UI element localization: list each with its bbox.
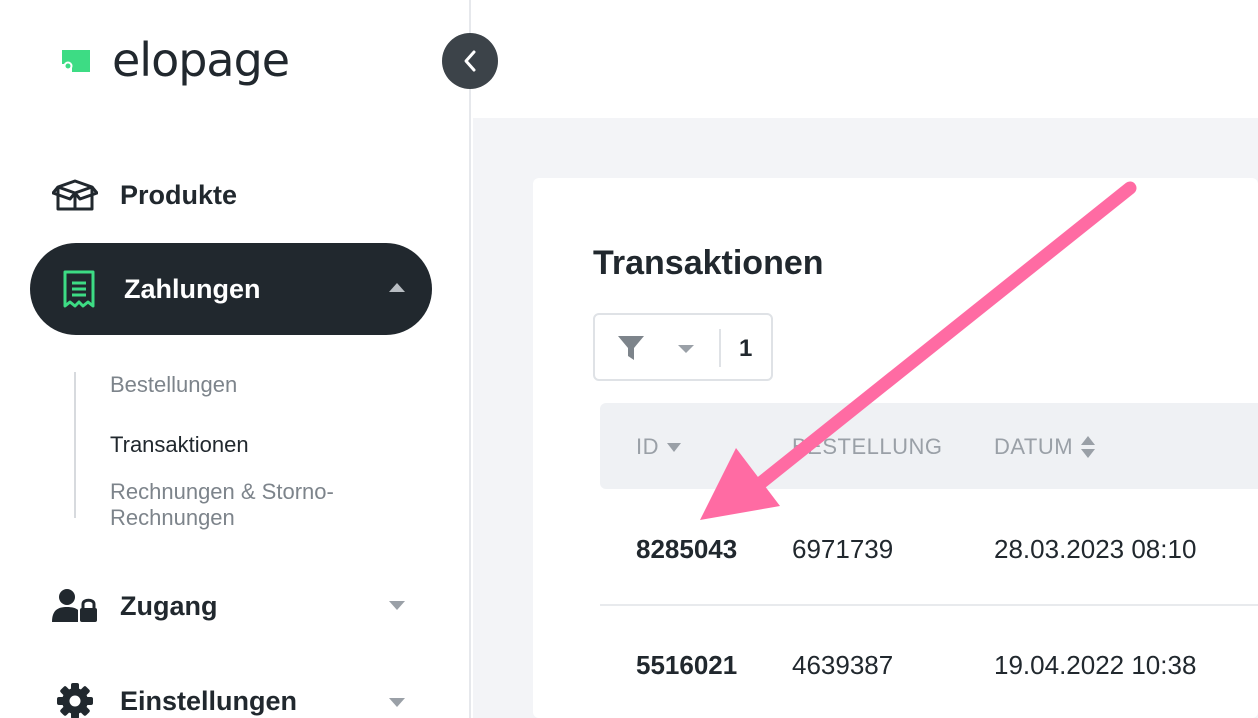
gear-icon [52,681,98,718]
column-header-label: DATUM [994,434,1074,459]
logo-icon [62,50,90,72]
sidebar-item-label: Produkte [120,179,238,210]
column-header-bestellung[interactable]: BESTELLUNG [792,434,943,460]
table-row[interactable]: 5516021 4639387 19.04.2022 10:38 [600,606,1258,718]
sidebar: elopage Produkte Zahlungen Bestellungen … [0,0,471,718]
collapse-sidebar-button[interactable] [442,33,498,89]
cell-id[interactable]: 8285043 [636,534,737,565]
subnav-item-label-line1: Rechnungen & Storno- [110,479,334,504]
subnav-item-label-line2: Rechnungen [110,505,235,530]
chevron-down-icon[interactable] [388,600,406,612]
subnav-line [74,372,76,518]
page-title: Transaktionen [593,244,824,282]
filter-icon [618,336,644,360]
filter-count: 1 [739,335,753,362]
cell-id[interactable]: 5516021 [636,650,737,681]
sort-desc-icon [667,442,681,452]
table-row[interactable]: 8285043 6971739 28.03.2023 08:10 [600,490,1258,606]
table-header: ID BESTELLUNG DATUM [600,403,1258,489]
chevron-up-icon [389,283,405,292]
subnav-item-transaktionen[interactable]: Transaktionen [110,432,249,458]
sidebar-item-label: Zahlungen [124,273,261,304]
sidebar-item-zahlungen[interactable]: Zahlungen [30,243,432,335]
filter-divider [719,329,721,367]
sidebar-item-label: Zugang [120,590,218,621]
chevron-left-icon [464,50,476,72]
subnav-item-rechnungen[interactable]: Rechnungen & Storno- Rechnungen [110,479,334,531]
chevron-down-icon [678,345,694,353]
column-header-label: ID [636,434,659,459]
chevron-down-icon[interactable] [388,697,406,709]
box-icon [52,175,98,215]
column-header-datum[interactable]: DATUM [994,434,1096,460]
sidebar-item-label: Einstellungen [120,685,298,716]
filter-button[interactable]: 1 [593,313,773,381]
subnav-item-bestellungen[interactable]: Bestellungen [110,372,237,398]
sidebar-item-einstellungen[interactable]: Einstellungen [52,681,297,718]
sidebar-item-produkte[interactable]: Produkte [52,175,237,215]
column-header-id[interactable]: ID [636,434,681,460]
column-header-label: BESTELLUNG [792,434,943,459]
cell-datum: 19.04.2022 10:38 [994,650,1197,680]
user-lock-icon [52,586,98,626]
sidebar-item-zugang[interactable]: Zugang [52,586,217,626]
cell-datum: 28.03.2023 08:10 [994,534,1197,564]
cell-bestellung: 4639387 [792,650,894,680]
logo-text: elopage [112,33,290,87]
cell-bestellung: 6971739 [792,534,894,564]
receipt-icon [56,269,102,309]
logo[interactable]: elopage [60,33,290,87]
sort-icon [1081,436,1096,458]
